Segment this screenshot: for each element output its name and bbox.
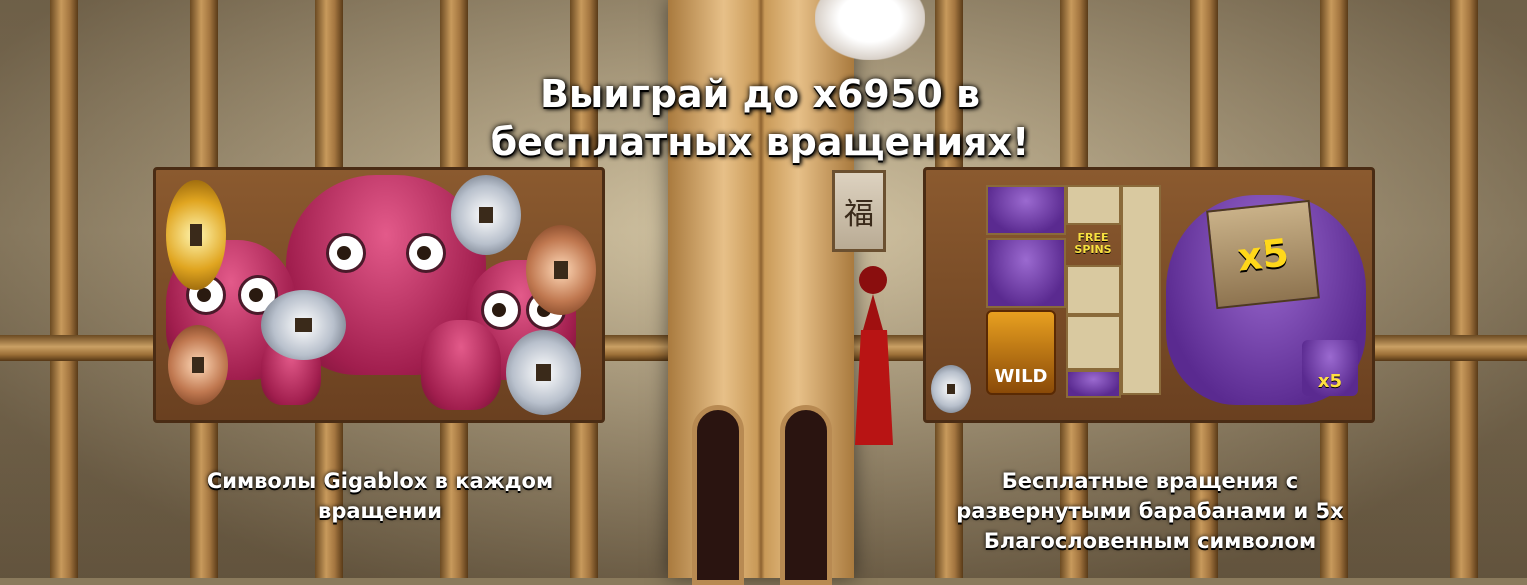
lattice-beam: [50, 0, 78, 578]
feature-panel-gigablox: [153, 167, 605, 423]
door-handle: [780, 405, 832, 585]
free-spins-symbol: FREE SPINS: [1074, 231, 1112, 256]
coin-icon: [451, 175, 521, 255]
reel-symbol: [1066, 315, 1121, 370]
reel-symbol: [1066, 370, 1121, 398]
lattice-beam: [1450, 0, 1478, 578]
reel-symbol: [986, 238, 1066, 308]
coin-icon: [506, 330, 581, 415]
daruma-eye: [481, 290, 521, 330]
daruma-eye: [406, 233, 446, 273]
door-handle: [692, 405, 744, 585]
daruma-eye: [326, 233, 366, 273]
coin-icon: [166, 180, 226, 290]
wild-symbol: WILD: [986, 310, 1056, 395]
feature-caption-gigablox: Символы Gigablox в каждом вращении: [206, 469, 554, 523]
reel-symbol: [1066, 185, 1121, 225]
lucky-cat-icon: [815, 0, 925, 60]
coin-icon: [168, 325, 228, 405]
reel-symbol: [1066, 265, 1121, 315]
fortune-tag-icon: 福: [832, 170, 886, 252]
reel-column: [1121, 185, 1161, 395]
fortune-glyph: 福: [844, 197, 874, 232]
coin-icon: [931, 365, 971, 413]
red-tassel-icon: [855, 266, 893, 445]
daruma-icon: [421, 320, 501, 410]
coin-icon: [261, 290, 346, 360]
headline: Выиграй до x6950 в бесплатных вращениях!: [490, 72, 1030, 164]
coin-icon: [526, 225, 596, 315]
multiplier-tag: x5: [1206, 199, 1320, 310]
multiplier-symbol: x5: [1302, 340, 1358, 396]
reel-symbol: [986, 185, 1066, 235]
feature-caption-free-spins: Бесплатные вращения с развернутыми бараб…: [956, 469, 1344, 553]
